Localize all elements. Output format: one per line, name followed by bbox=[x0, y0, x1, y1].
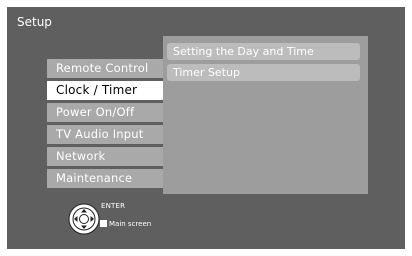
menu-item-label: TV Audio Input bbox=[56, 127, 144, 141]
menu-item-clock-timer[interactable]: Clock / Timer bbox=[47, 81, 165, 100]
menu-item-tv-audio-input[interactable]: TV Audio Input bbox=[47, 125, 165, 144]
menu-item-label: Maintenance bbox=[56, 171, 133, 185]
menu-item-network[interactable]: Network bbox=[47, 147, 165, 166]
submenu-item-label: Timer Setup bbox=[173, 66, 240, 79]
button-hints: ENTER Main screen bbox=[67, 202, 177, 240]
menu-item-label: Power On/Off bbox=[56, 105, 135, 119]
dpad-enter-icon bbox=[68, 203, 100, 235]
menu-item-maintenance[interactable]: Maintenance bbox=[47, 169, 165, 188]
page-title: Setup bbox=[17, 15, 52, 29]
menu-item-label: Network bbox=[56, 149, 106, 163]
menu-item-label: Clock / Timer bbox=[56, 83, 138, 97]
submenu-panel: Setting the Day and Time Timer Setup bbox=[163, 36, 368, 194]
menu-item-label: Remote Control bbox=[56, 61, 149, 75]
square-button-icon bbox=[100, 220, 107, 227]
menu-item-remote-control[interactable]: Remote Control bbox=[47, 59, 165, 78]
enter-label: ENTER bbox=[101, 202, 126, 210]
setup-screen: Setup Remote Control Clock / Timer Power… bbox=[7, 7, 405, 249]
submenu-item-setting-day-time[interactable]: Setting the Day and Time bbox=[167, 43, 360, 60]
submenu-item-timer-setup[interactable]: Timer Setup bbox=[167, 64, 360, 81]
main-screen-label: Main screen bbox=[109, 220, 152, 228]
menu-item-power-on-off[interactable]: Power On/Off bbox=[47, 103, 165, 122]
submenu-item-label: Setting the Day and Time bbox=[173, 45, 314, 58]
